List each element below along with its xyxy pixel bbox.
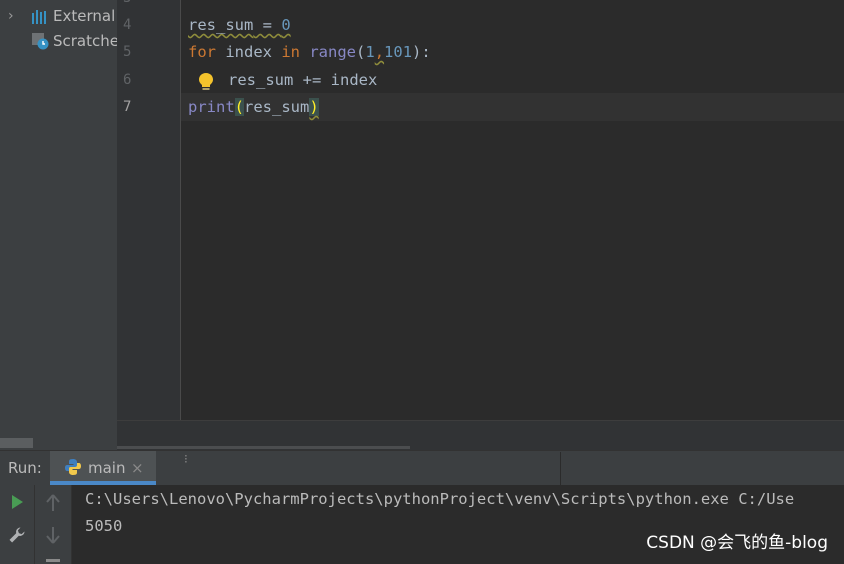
code-token: ( bbox=[356, 43, 366, 61]
code-token: res_sum += index bbox=[228, 71, 378, 89]
editor-gutter: 3 4 5 6 7 bbox=[117, 0, 181, 420]
chevron-right-icon[interactable]: › bbox=[8, 5, 14, 27]
code-token: ): bbox=[412, 43, 431, 61]
line-number: 6 bbox=[123, 72, 132, 88]
project-scrollbar[interactable] bbox=[0, 438, 33, 448]
code-token: index bbox=[216, 43, 282, 61]
code-token: = bbox=[253, 16, 282, 34]
tree-item-scratches[interactable]: Scratche bbox=[0, 30, 117, 52]
line-number-current: 7 bbox=[123, 99, 132, 115]
project-tool-window bbox=[0, 0, 117, 450]
run-label: Run: bbox=[8, 459, 42, 477]
code-token: res_sum bbox=[244, 98, 310, 116]
library-icon bbox=[32, 10, 46, 24]
code-editor[interactable] bbox=[181, 0, 844, 420]
tree-item-label: External bbox=[53, 7, 116, 25]
run-tab-label: main bbox=[88, 459, 126, 477]
more-tabs-icon[interactable]: ⁝ bbox=[184, 452, 188, 466]
code-token: 101 bbox=[384, 43, 413, 61]
code-token: , bbox=[374, 43, 385, 61]
code-token: 1 bbox=[365, 43, 375, 61]
code-token: 0 bbox=[281, 16, 291, 34]
code-line-7[interactable]: print(res_sum) bbox=[188, 96, 319, 118]
line-number: 3 bbox=[123, 0, 143, 8]
code-token: res_sum bbox=[188, 16, 254, 34]
console-line: C:\Users\Lenovo\PycharmProjects\pythonPr… bbox=[85, 490, 795, 508]
close-icon[interactable]: × bbox=[131, 458, 144, 478]
code-token: in bbox=[281, 43, 300, 61]
run-icon[interactable] bbox=[10, 494, 24, 510]
scratches-icon bbox=[32, 33, 49, 50]
arrow-up-icon[interactable] bbox=[46, 494, 60, 512]
console-line: 5050 bbox=[85, 517, 123, 535]
soft-wrap-icon[interactable] bbox=[46, 559, 60, 562]
code-token: for bbox=[188, 43, 216, 61]
tree-item-external-libraries[interactable]: › External bbox=[0, 5, 117, 27]
header-divider bbox=[560, 452, 561, 485]
code-line-6[interactable]: res_sum += index bbox=[228, 69, 377, 91]
code-token: range bbox=[309, 43, 357, 61]
code-token: ) bbox=[309, 98, 319, 116]
wrench-icon[interactable] bbox=[8, 526, 26, 544]
code-token: print bbox=[188, 98, 235, 116]
code-token: ( bbox=[234, 98, 245, 116]
arrow-down-icon[interactable] bbox=[46, 526, 60, 544]
code-line-5[interactable]: for index in range(1,101): bbox=[188, 41, 431, 63]
python-icon bbox=[65, 459, 81, 475]
editor-horizontal-scrollbar[interactable] bbox=[117, 446, 410, 449]
line-number: 4 bbox=[123, 17, 132, 33]
line-number: 5 bbox=[123, 44, 132, 60]
watermark: CSDN @会飞的鱼-blog bbox=[646, 533, 828, 553]
tree-item-label: Scratche bbox=[53, 32, 117, 50]
lightbulb-icon[interactable] bbox=[197, 72, 215, 92]
code-line-4[interactable]: res_sum = 0 bbox=[188, 14, 291, 36]
